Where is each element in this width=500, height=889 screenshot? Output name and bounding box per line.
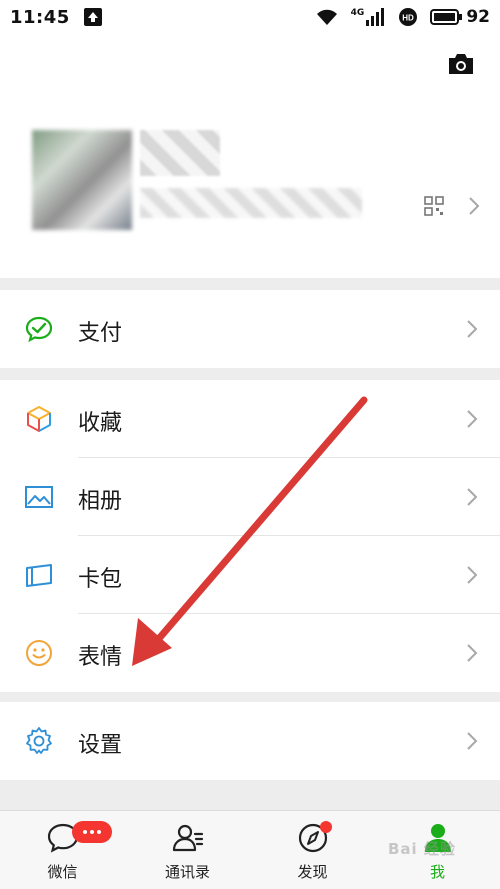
svg-text:HD: HD — [403, 14, 415, 23]
chevron-right-icon — [467, 644, 478, 662]
wifi-icon — [316, 9, 337, 25]
menu-item-stickers[interactable]: 表情 — [0, 614, 500, 692]
chevron-right-icon — [467, 320, 478, 338]
cell-signal-icon: 4G — [351, 8, 387, 26]
battery-percent: 92 — [466, 7, 490, 27]
menu-item-label: 相册 — [78, 489, 123, 514]
chevron-right-icon — [469, 197, 480, 215]
card-icon — [26, 564, 52, 587]
chevron-right-icon — [467, 410, 478, 428]
tab-chats[interactable]: 微信 — [0, 811, 125, 889]
avatar[interactable] — [32, 130, 132, 230]
profile-header[interactable] — [0, 34, 500, 278]
watermark: Bai 经验 — [388, 840, 456, 858]
menu-item-label: 卡包 — [78, 567, 123, 592]
tab-label: 微信 — [47, 863, 78, 881]
upload-notification-icon — [83, 8, 102, 26]
chevron-right-icon — [467, 488, 478, 506]
wechat-pay-icon — [25, 316, 53, 343]
menu-item-label: 收藏 — [78, 411, 123, 436]
gear-icon — [26, 727, 52, 754]
status-bar: 11:45 4G HD 92 — [0, 0, 500, 34]
menu-item-cards[interactable]: 卡包 — [0, 536, 500, 614]
smiley-icon — [26, 640, 52, 666]
tab-contacts[interactable]: 通讯录 — [125, 811, 250, 889]
network-type: 4G — [350, 8, 365, 18]
menu-item-settings[interactable]: 设置 — [0, 702, 500, 780]
menu-group-content: 收藏 相册 卡包 表情 — [0, 380, 500, 692]
hd-voice-icon: HD — [399, 8, 418, 26]
menu-item-album[interactable]: 相册 — [0, 458, 500, 536]
menu-item-label: 设置 — [78, 733, 123, 758]
chevron-right-icon — [467, 732, 478, 750]
contacts-icon — [172, 824, 203, 852]
menu-group-settings: 设置 — [0, 702, 500, 780]
status-time: 11:45 — [10, 6, 70, 28]
tab-label: 通讯录 — [164, 863, 210, 881]
unread-badge — [72, 821, 112, 843]
menu-item-pay[interactable]: 支付 — [0, 290, 500, 368]
tab-label: 发现 — [297, 863, 328, 881]
menu-group-pay: 支付 — [0, 290, 500, 368]
menu-item-label: 表情 — [78, 645, 123, 670]
notification-dot — [320, 821, 332, 833]
qr-code-icon[interactable] — [424, 196, 444, 216]
tab-discover[interactable]: 发现 — [250, 811, 375, 889]
chevron-right-icon — [467, 566, 478, 584]
battery-icon — [430, 9, 463, 25]
nickname-obscured — [140, 130, 220, 176]
image-icon — [25, 486, 53, 508]
battery-indicator: 92 — [430, 7, 490, 27]
camera-icon[interactable] — [446, 52, 476, 76]
tab-label: 我 — [429, 863, 445, 881]
menu-item-label: 支付 — [78, 321, 123, 346]
menu-item-favorites[interactable]: 收藏 — [0, 380, 500, 458]
cube-icon — [27, 406, 51, 432]
wechat-id-obscured — [140, 188, 362, 218]
